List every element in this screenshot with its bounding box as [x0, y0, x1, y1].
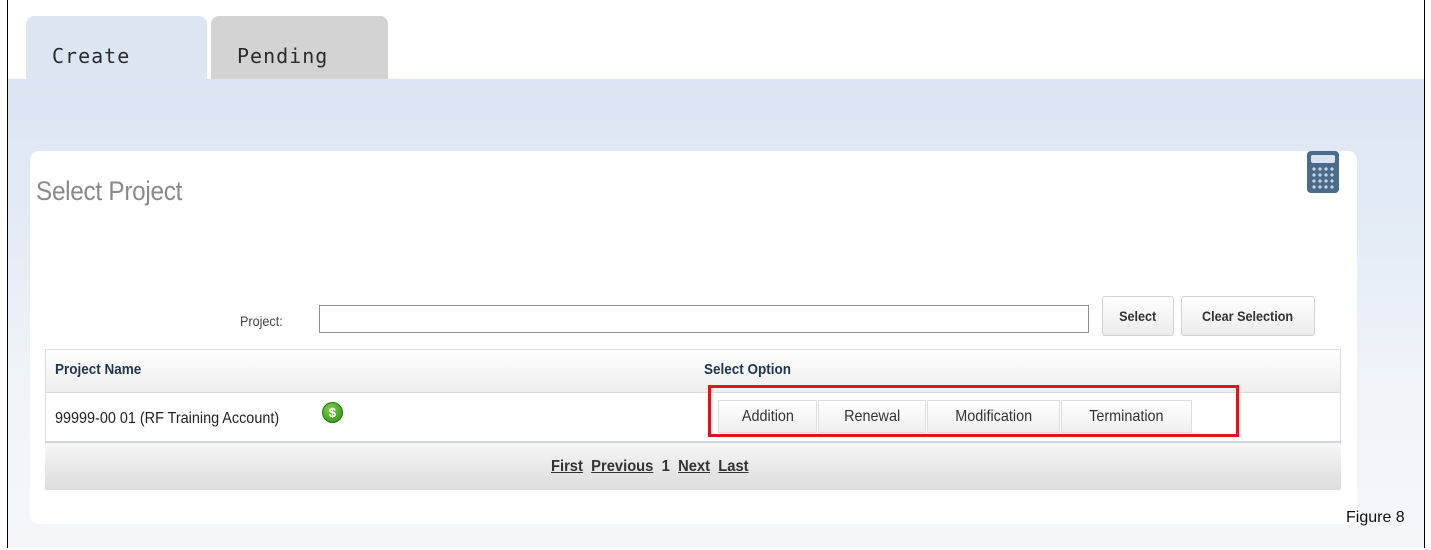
select-button-label: Select	[1119, 308, 1157, 324]
addition-button[interactable]: Addition	[718, 400, 817, 433]
pager-next-link[interactable]: Next	[678, 458, 710, 476]
clear-selection-button-label: Clear Selection	[1202, 308, 1294, 324]
project-label: Project:	[240, 313, 283, 329]
pager-previous-link[interactable]: Previous	[591, 458, 653, 476]
termination-label: Termination	[1089, 407, 1164, 425]
calculator-keys	[1311, 166, 1335, 189]
calculator-screen	[1311, 155, 1335, 163]
modification-label: Modification	[955, 407, 1032, 425]
pager-last-link[interactable]: Last	[718, 458, 748, 476]
select-button[interactable]: Select	[1102, 296, 1174, 336]
calculator-icon[interactable]	[1307, 151, 1339, 193]
column-header-project-name: Project Name	[55, 361, 142, 378]
termination-button[interactable]: Termination	[1061, 400, 1192, 433]
pager-first-link[interactable]: First	[551, 458, 583, 476]
addition-label: Addition	[741, 407, 794, 425]
page-title: Select Project	[36, 176, 183, 206]
clear-selection-button[interactable]: Clear Selection	[1181, 296, 1315, 336]
renewal-label: Renewal	[843, 407, 901, 425]
table-header	[45, 349, 1341, 393]
tab-create[interactable]: Create	[26, 16, 207, 79]
figure-label: Figure 8	[1346, 509, 1405, 526]
renewal-button[interactable]: Renewal	[818, 400, 926, 433]
pager-current-page: 1	[661, 458, 670, 475]
pagination: First Previous 1 Next Last	[551, 458, 749, 476]
project-name-cell: 99999-00 01 (RF Training Account)	[55, 410, 280, 427]
modification-button[interactable]: Modification	[927, 400, 1060, 433]
project-input[interactable]	[319, 305, 1089, 333]
column-header-select-option: Select Option	[704, 361, 792, 378]
tab-pending[interactable]: Pending	[211, 16, 388, 79]
dollar-icon: $	[322, 402, 343, 423]
